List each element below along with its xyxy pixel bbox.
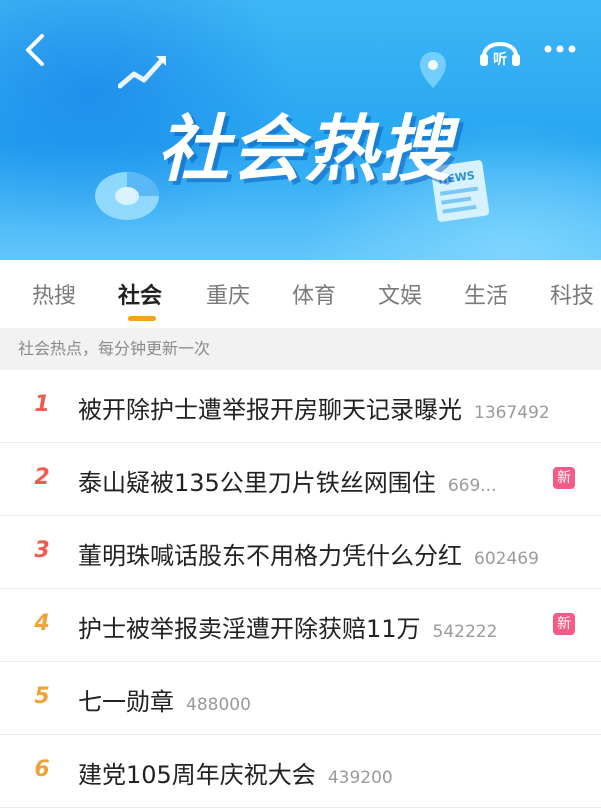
rank-number: 2: [34, 465, 50, 490]
heat-count: 542222: [432, 622, 498, 642]
item-title-text: 董明珠喊话股东不用格力凭什么分红: [78, 542, 462, 570]
item-title: 七一勋章 488000: [78, 682, 251, 717]
heat-count: 669...: [447, 476, 497, 496]
item-title-text: 被开除护士遭举报开房聊天记录曝光: [78, 396, 462, 424]
item-title: 泰山疑被135公里刀片铁丝网围住 669...: [78, 463, 496, 498]
list-item[interactable]: 5 七一勋章 488000: [0, 662, 601, 735]
location-pin-icon: [420, 52, 446, 88]
rank-number: 3: [34, 538, 50, 563]
tab-sports[interactable]: 体育: [292, 278, 336, 310]
trend-arrow-icon: [118, 56, 166, 89]
category-tabs: 热搜 社会 重庆 体育 文娱 生活 科技: [0, 260, 601, 328]
heat-count: 1367492: [474, 403, 550, 423]
back-arrow-icon[interactable]: [18, 30, 54, 70]
rank-number: 4: [34, 611, 50, 636]
tab-society[interactable]: 社会: [118, 278, 162, 310]
item-title: 被开除护士遭举报开房聊天记录曝光 1367492: [78, 390, 550, 425]
tab-entertainment[interactable]: 文娱: [378, 278, 422, 310]
list-item[interactable]: 6 建党105周年庆祝大会 439200: [0, 735, 601, 808]
item-title-text: 建党105周年庆祝大会: [78, 761, 316, 789]
more-options-icon[interactable]: [540, 34, 580, 64]
subheader-text: 社会热点，每分钟更新一次: [18, 339, 211, 358]
item-title-text: 七一勋章: [78, 688, 174, 716]
section-subheader: 社会热点，每分钟更新一次: [0, 328, 601, 370]
heat-count: 602469: [474, 549, 539, 569]
heat-count: 439200: [327, 768, 393, 788]
banner-title: 社会热搜: [156, 107, 453, 191]
tab-chongqing[interactable]: 重庆: [206, 278, 250, 310]
item-title: 董明珠喊话股东不用格力凭什么分红 602469: [78, 536, 539, 571]
new-badge: 新: [553, 467, 575, 489]
heat-count: 488000: [186, 695, 251, 715]
rank-number: 1: [34, 392, 50, 417]
hot-search-list: 1 被开除护士遭举报开房聊天记录曝光 1367492 2 泰山疑被135公里刀片铁…: [0, 370, 601, 808]
hot-search-banner: NEWS 听 社会热搜: [0, 0, 601, 260]
list-item[interactable]: 2 泰山疑被135公里刀片铁丝网围住 669... 新: [0, 443, 601, 516]
list-item[interactable]: 4 护士被举报卖淫遭开除获赔11万 542222 新: [0, 589, 601, 662]
item-title: 护士被举报卖淫遭开除获赔11万 542222: [78, 609, 497, 644]
tab-tech[interactable]: 科技: [550, 278, 594, 310]
new-badge: 新: [553, 613, 575, 635]
list-item[interactable]: 3 董明珠喊话股东不用格力凭什么分红 602469: [0, 516, 601, 589]
rank-number: 5: [34, 684, 50, 709]
listen-headphones-icon[interactable]: 听: [476, 28, 524, 72]
active-tab-indicator: [128, 316, 156, 321]
rank-number: 6: [34, 757, 50, 782]
tab-hot-search[interactable]: 热搜: [32, 278, 76, 310]
listen-label: 听: [493, 51, 507, 68]
item-title-text: 护士被举报卖淫遭开除获赔11万: [78, 615, 421, 643]
list-item[interactable]: 1 被开除护士遭举报开房聊天记录曝光 1367492: [0, 370, 601, 443]
item-title-text: 泰山疑被135公里刀片铁丝网围住: [78, 469, 436, 497]
item-title: 建党105周年庆祝大会 439200: [78, 755, 393, 790]
tab-life[interactable]: 生活: [464, 278, 508, 310]
